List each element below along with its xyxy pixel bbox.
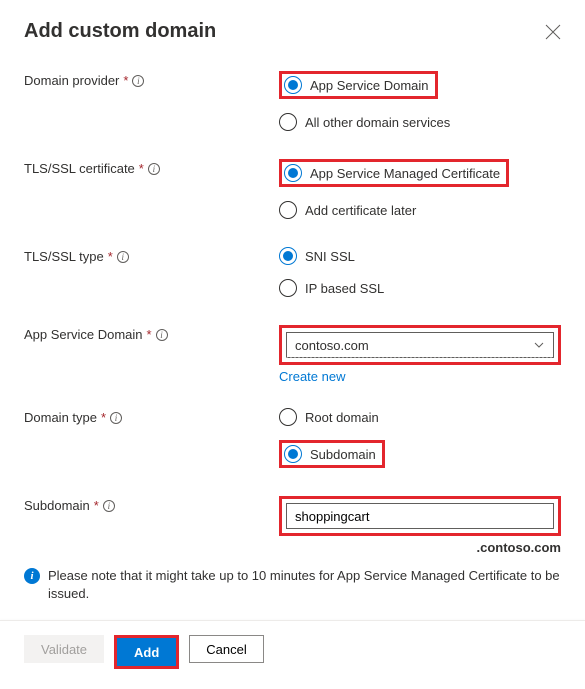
domain-type-root-label: Root domain [305,410,379,425]
close-icon[interactable] [545,24,561,40]
chevron-down-icon [533,339,545,351]
tls-type-sni-radio[interactable] [279,247,297,265]
domain-provider-label: Domain provider [24,73,119,88]
domain-type-label: Domain type [24,410,97,425]
app-service-domain-select[interactable]: contoso.com [286,332,554,358]
page-title: Add custom domain [24,20,216,43]
required-mark: * [94,498,99,513]
info-icon[interactable]: i [117,251,129,263]
required-mark: * [108,249,113,264]
domain-provider-appservice-radio[interactable] [284,76,302,94]
domain-provider-other-radio[interactable] [279,113,297,131]
tls-type-ip-label: IP based SSL [305,281,384,296]
tls-cert-managed-radio[interactable] [284,164,302,182]
app-service-domain-label: App Service Domain [24,327,143,342]
info-icon[interactable]: i [132,75,144,87]
required-mark: * [123,73,128,88]
cancel-button[interactable]: Cancel [189,635,263,663]
info-icon[interactable]: i [148,163,160,175]
tls-cert-later-label: Add certificate later [305,203,416,218]
domain-type-sub-radio[interactable] [284,445,302,463]
domain-provider-other-label: All other domain services [305,115,450,130]
add-button[interactable]: Add [117,638,176,666]
validate-button[interactable]: Validate [24,635,104,663]
tls-type-label: TLS/SSL type [24,249,104,264]
tls-cert-label: TLS/SSL certificate [24,161,135,176]
tls-cert-later-radio[interactable] [279,201,297,219]
tls-type-sni-label: SNI SSL [305,249,355,264]
info-icon[interactable]: i [103,500,115,512]
subdomain-label: Subdomain [24,498,90,513]
domain-type-sub-label: Subdomain [310,447,376,462]
note-text: Please note that it might take up to 10 … [48,567,561,602]
create-new-link[interactable]: Create new [279,369,345,384]
domain-type-root-radio[interactable] [279,408,297,426]
info-icon[interactable]: i [110,412,122,424]
tls-type-ip-radio[interactable] [279,279,297,297]
subdomain-input[interactable] [286,503,554,529]
tls-cert-managed-label: App Service Managed Certificate [310,166,500,181]
domain-provider-appservice-label: App Service Domain [310,78,429,93]
info-icon[interactable]: i [156,329,168,341]
app-service-domain-value: contoso.com [295,338,369,353]
subdomain-suffix: .contoso.com [279,540,561,555]
required-mark: * [101,410,106,425]
required-mark: * [139,161,144,176]
required-mark: * [147,327,152,342]
info-icon: i [24,568,40,584]
